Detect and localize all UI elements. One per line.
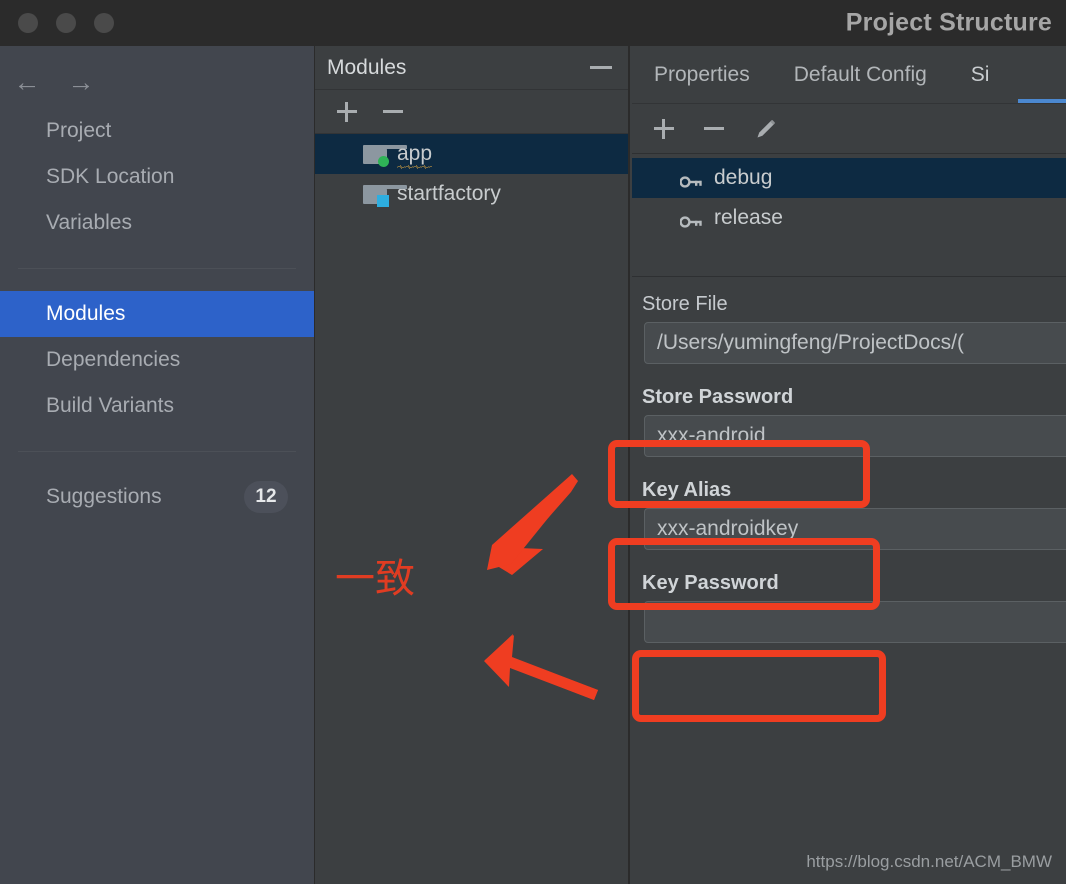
sidebar-item-label: SDK Location	[46, 165, 175, 188]
store-file-label: Store File	[642, 293, 728, 315]
tab-properties[interactable]: Properties	[632, 46, 772, 103]
signing-config-label: release	[714, 206, 783, 229]
minimize-button[interactable]	[56, 13, 76, 33]
signing-config-form: Store File /Users/yumingfeng/ProjectDocs…	[632, 277, 1066, 643]
detail-tab-bar: Properties Default Config Si	[632, 46, 1066, 104]
zoom-button[interactable]	[94, 13, 114, 33]
module-item-label: app	[397, 142, 433, 169]
window-controls	[18, 13, 114, 33]
store-file-input[interactable]: /Users/yumingfeng/ProjectDocs/(	[644, 322, 1066, 364]
key-password-label: Key Password	[642, 572, 779, 594]
remove-signing-config-icon[interactable]	[704, 119, 724, 139]
navigation-arrows: ← →	[0, 46, 314, 104]
add-signing-config-icon[interactable]	[654, 118, 674, 139]
sidebar-item-label: Variables	[46, 211, 132, 234]
sidebar-item-variables[interactable]: Variables	[0, 200, 314, 246]
minimize-panel-icon[interactable]	[590, 66, 612, 69]
sidebar-item-build-variants[interactable]: Build Variants	[0, 383, 314, 429]
signing-config-item-release[interactable]: release	[632, 198, 1066, 238]
sidebar-item-label: Project	[46, 119, 112, 142]
store-password-label: Store Password	[642, 386, 794, 408]
active-tab-indicator	[1018, 99, 1066, 103]
modules-panel-title: Modules	[327, 55, 407, 79]
sidebar-item-label: Dependencies	[46, 348, 181, 371]
modules-toolbar	[315, 90, 628, 134]
close-button[interactable]	[18, 13, 38, 33]
sidebar-item-label: Modules	[46, 302, 126, 325]
sidebar-list: Project SDK Location Variables Modules D…	[0, 108, 314, 520]
key-password-input[interactable]	[644, 601, 1066, 643]
key-icon	[679, 211, 702, 228]
tab-default-config[interactable]: Default Config	[772, 46, 949, 103]
tab-signing-configs[interactable]: Si	[949, 46, 1012, 103]
watermark-text: https://blog.csdn.net/ACM_BMW	[806, 852, 1052, 871]
module-item-label: startfactory	[397, 182, 501, 205]
module-list-item-startfactory[interactable]: startfactory	[315, 174, 628, 214]
module-folder-icon	[363, 184, 407, 207]
modules-list: app startfactory	[315, 134, 628, 214]
signing-config-list: debug release	[632, 154, 1066, 277]
forward-arrow-icon[interactable]: →	[66, 68, 96, 96]
modules-panel-header: Modules	[315, 46, 628, 90]
key-alias-label: Key Alias	[642, 479, 732, 501]
right-detail-panel: Properties Default Config Si debug relea…	[632, 46, 1066, 884]
sidebar-item-sdk-location[interactable]: SDK Location	[0, 154, 314, 200]
module-folder-icon	[363, 144, 407, 167]
sidebar-item-suggestions[interactable]: Suggestions 12	[0, 474, 314, 520]
modules-panel: Modules app startfactory	[314, 46, 630, 884]
key-alias-input[interactable]: xxx-androidkey	[644, 508, 1066, 550]
key-icon	[679, 171, 702, 188]
edit-pencil-icon[interactable]	[754, 117, 778, 141]
suggestions-count-badge: 12	[244, 481, 288, 513]
store-password-input[interactable]: xxx-android	[644, 415, 1066, 457]
signing-config-label: debug	[714, 166, 773, 189]
add-module-icon[interactable]	[337, 101, 357, 122]
signing-config-toolbar	[632, 104, 1066, 154]
window-title: Project Structure	[845, 8, 1052, 37]
sidebar-item-label: Suggestions	[46, 485, 162, 508]
signing-config-item-debug[interactable]: debug	[632, 158, 1066, 198]
back-arrow-icon[interactable]: ←	[12, 68, 42, 96]
remove-module-icon[interactable]	[383, 102, 403, 122]
title-bar: Project Structure	[0, 0, 1066, 46]
left-sidebar: ← → Project SDK Location Variables Modul…	[0, 46, 314, 884]
project-structure-window: Project Structure ← → Project SDK Locati…	[0, 0, 1066, 884]
sidebar-divider-2	[18, 451, 296, 452]
sidebar-item-modules[interactable]: Modules	[0, 291, 314, 337]
sidebar-item-dependencies[interactable]: Dependencies	[0, 337, 314, 383]
module-list-item-app[interactable]: app	[315, 134, 628, 174]
sidebar-item-label: Build Variants	[46, 394, 175, 417]
sidebar-item-project[interactable]: Project	[0, 108, 314, 154]
sidebar-divider-1	[18, 268, 296, 269]
